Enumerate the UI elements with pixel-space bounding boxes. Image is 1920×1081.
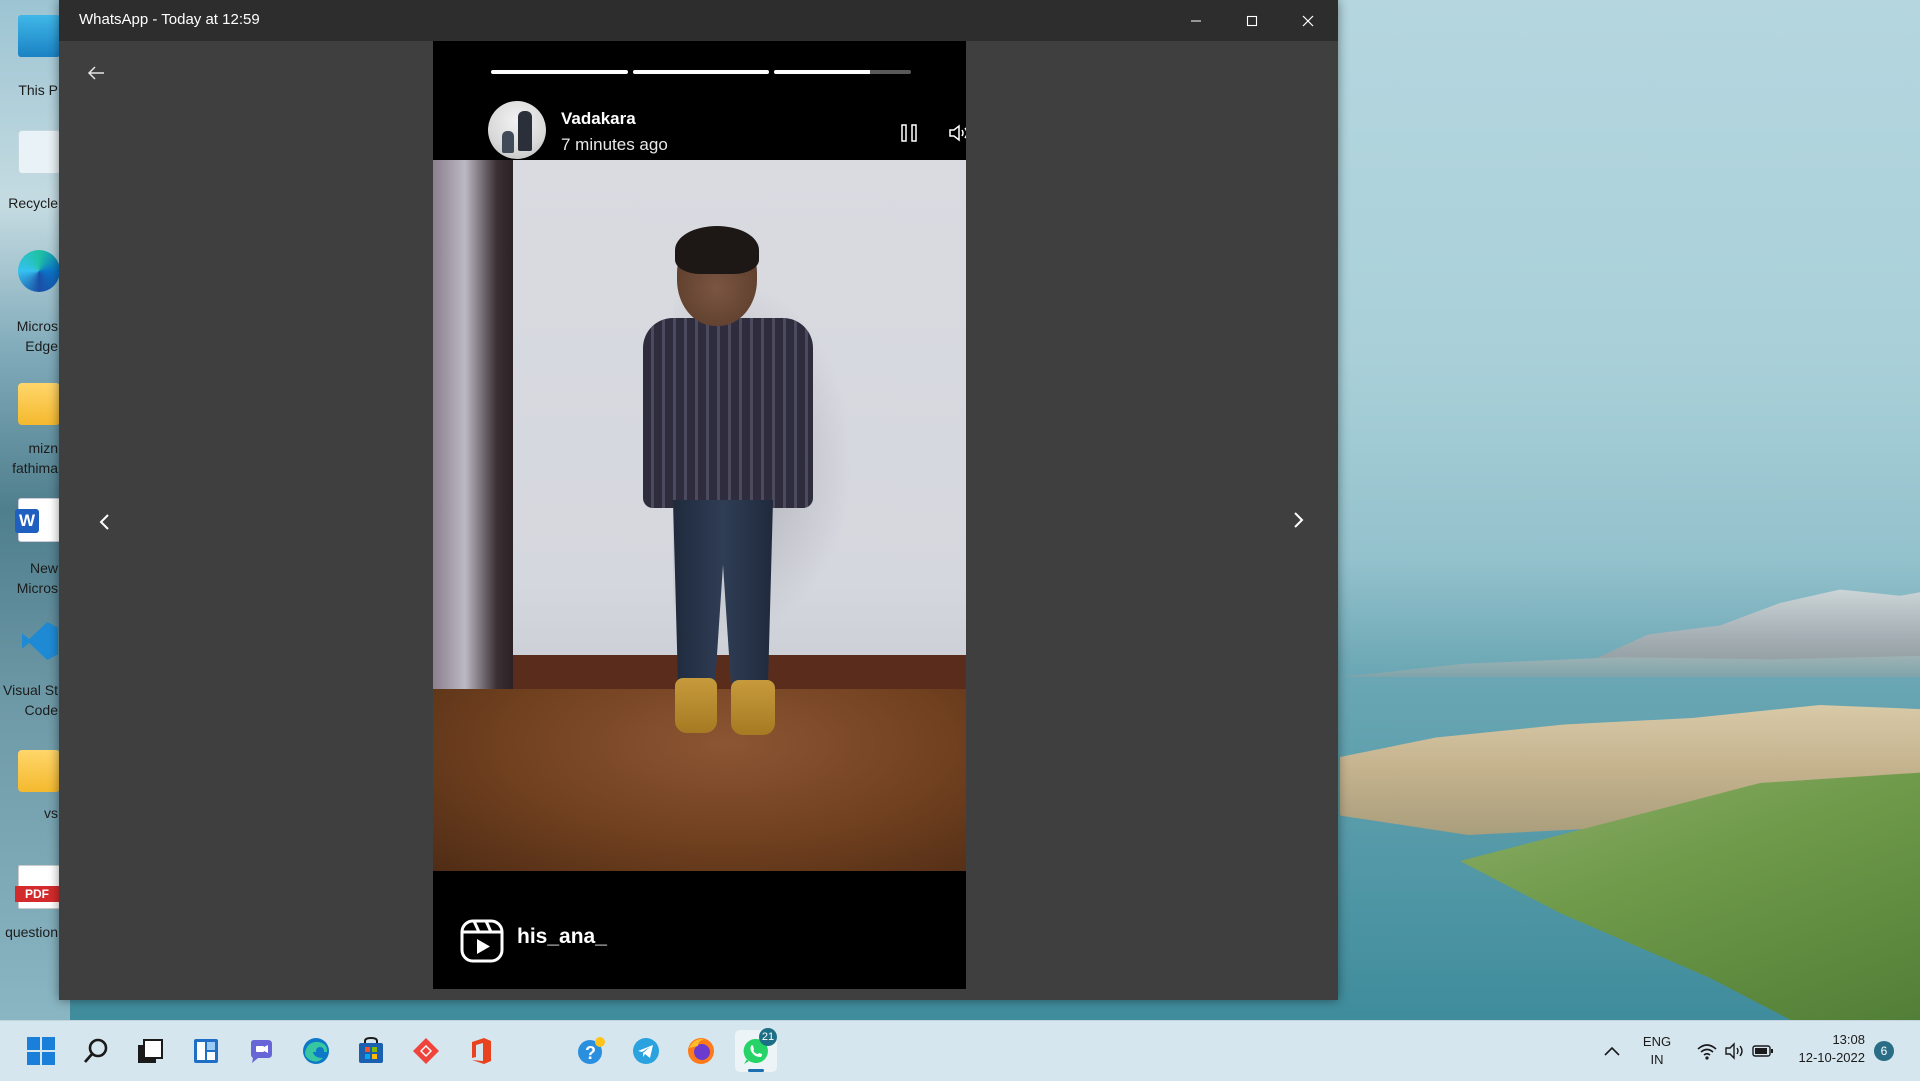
speaker-icon: [1725, 1042, 1743, 1060]
next-status-button[interactable]: [1284, 503, 1314, 537]
minimize-button[interactable]: [1168, 0, 1224, 41]
photo-child-hair: [675, 226, 759, 274]
reels-icon: [459, 918, 505, 964]
taskbar-edge-button[interactable]: [295, 1030, 337, 1072]
status-progress: [491, 70, 912, 74]
arrow-left-icon: [87, 66, 104, 80]
battery-icon: [1752, 1045, 1773, 1057]
status-progress-fill: [491, 70, 628, 74]
photo-child-shirt: [643, 318, 813, 508]
taskbar-office-button[interactable]: [460, 1030, 502, 1072]
desktop-icon-label: Visual St Code: [3, 682, 58, 718]
language-code: ENG: [1642, 1034, 1672, 1049]
taskbar-firefox-button[interactable]: [680, 1030, 722, 1072]
wallpaper-shore: [1340, 655, 1920, 677]
status-progress-segment: [491, 70, 628, 74]
taskbar-get-help-button[interactable]: ?: [570, 1030, 612, 1072]
vscode-icon: [18, 620, 60, 662]
pause-icon: [901, 124, 917, 142]
chevron-up-icon: [1604, 1046, 1620, 1056]
widgets-icon: [194, 1039, 218, 1063]
previous-status-button[interactable]: [89, 505, 119, 539]
back-button[interactable]: [81, 60, 111, 86]
volume-icon: [949, 124, 966, 142]
status-timestamp: 7 minutes ago: [561, 135, 668, 154]
desktop-icon-label: question: [5, 924, 58, 940]
taskbar-search-button[interactable]: [75, 1030, 117, 1072]
desktop-icon-label: Micros Edge: [16, 318, 58, 354]
desktop-icon-label: mizn fathima: [12, 440, 58, 476]
maximize-button[interactable]: [1224, 0, 1280, 41]
status-progress-fill: [632, 70, 770, 74]
minimize-icon: [1191, 20, 1201, 21]
status-progress-segment: [774, 70, 912, 74]
contact-name[interactable]: Vadakara: [561, 109, 636, 129]
notification-count-badge[interactable]: 6: [1874, 1041, 1894, 1061]
taskbar: ? 21 ENG IN 13:08 12-10-2022 6: [0, 1020, 1920, 1081]
taskbar-task-view-button[interactable]: [129, 1030, 171, 1072]
recycle-bin-icon: [18, 130, 62, 174]
windows-logo-icon: [27, 1037, 55, 1065]
window-titlebar[interactable]: WhatsApp - Today at 12:59: [59, 0, 1338, 41]
pause-button[interactable]: [895, 119, 923, 147]
desktop-icon-label: This P: [18, 82, 58, 98]
pdf-icon: [15, 865, 62, 909]
taskbar-widgets-button[interactable]: [185, 1030, 227, 1072]
taskbar-chat-button[interactable]: [240, 1030, 282, 1072]
taskbar-telegram-button[interactable]: [625, 1030, 667, 1072]
telegram-icon: [633, 1038, 659, 1064]
wifi-icon: [1697, 1044, 1717, 1060]
taskbar-anydesk-button[interactable]: [405, 1030, 447, 1072]
svg-text:?: ?: [585, 1043, 596, 1063]
taskbar-whatsapp-button[interactable]: 21: [735, 1028, 777, 1072]
status-viewer[interactable]: Vadakara 7 minutes ago his_ana_: [433, 41, 966, 989]
photo-door-frame: [433, 160, 513, 700]
monitor-icon: [18, 15, 60, 57]
chevron-left-icon: [99, 514, 109, 530]
chat-icon: [251, 1040, 272, 1063]
language-indicator[interactable]: ENG IN: [1634, 1033, 1680, 1069]
status-photo: [433, 160, 966, 871]
anydesk-icon: [413, 1038, 439, 1064]
clock-time: 13:08: [1832, 1032, 1865, 1047]
contact-avatar[interactable]: [488, 101, 546, 159]
close-icon: [1302, 15, 1314, 26]
edge-icon: [303, 1038, 329, 1064]
help-icon: ?: [578, 1037, 605, 1064]
desktop-icon-label: vs: [44, 805, 58, 821]
folder-icon: [18, 383, 60, 425]
firefox-icon: [688, 1038, 714, 1064]
store-icon: [359, 1036, 383, 1063]
show-hidden-icons-button[interactable]: [1592, 1030, 1632, 1072]
photo-child-jeans: [673, 500, 773, 685]
desktop-icon-label: New Micros: [16, 560, 58, 596]
window-title: WhatsApp - Today at 12:59: [79, 11, 260, 28]
edge-icon: [18, 250, 60, 292]
status-progress-segment: [632, 70, 770, 74]
photo-child-boot: [731, 680, 775, 735]
folder-icon: [18, 750, 60, 792]
photo-child: [643, 226, 813, 750]
photo-child-boot: [675, 678, 717, 733]
chevron-right-icon: [1294, 512, 1304, 528]
taskbar-store-button[interactable]: [350, 1030, 392, 1072]
active-app-indicator: [748, 1069, 764, 1072]
close-button[interactable]: [1280, 0, 1336, 41]
desktop-icon-label: Recycle: [8, 195, 58, 211]
taskbar-start-button[interactable]: [20, 1030, 62, 1072]
search-icon: [83, 1038, 108, 1063]
language-region: IN: [1650, 1052, 1664, 1067]
task-view-icon: [138, 1039, 163, 1063]
status-progress-fill: [774, 70, 870, 74]
volume-button[interactable]: [945, 119, 966, 147]
whatsapp-unread-badge: 21: [759, 1028, 777, 1046]
quick-settings-button[interactable]: [1685, 1030, 1785, 1072]
office-icon: [472, 1038, 491, 1064]
reel-username: his_ana_: [517, 925, 607, 948]
clock[interactable]: 13:08 12-10-2022: [1785, 1031, 1866, 1067]
whatsapp-window: WhatsApp - Today at 12:59 Vadakara 7 min: [59, 0, 1338, 1000]
maximize-icon: [1246, 15, 1258, 26]
clock-date: 12-10-2022: [1798, 1050, 1866, 1065]
word-document-icon: [15, 498, 62, 542]
